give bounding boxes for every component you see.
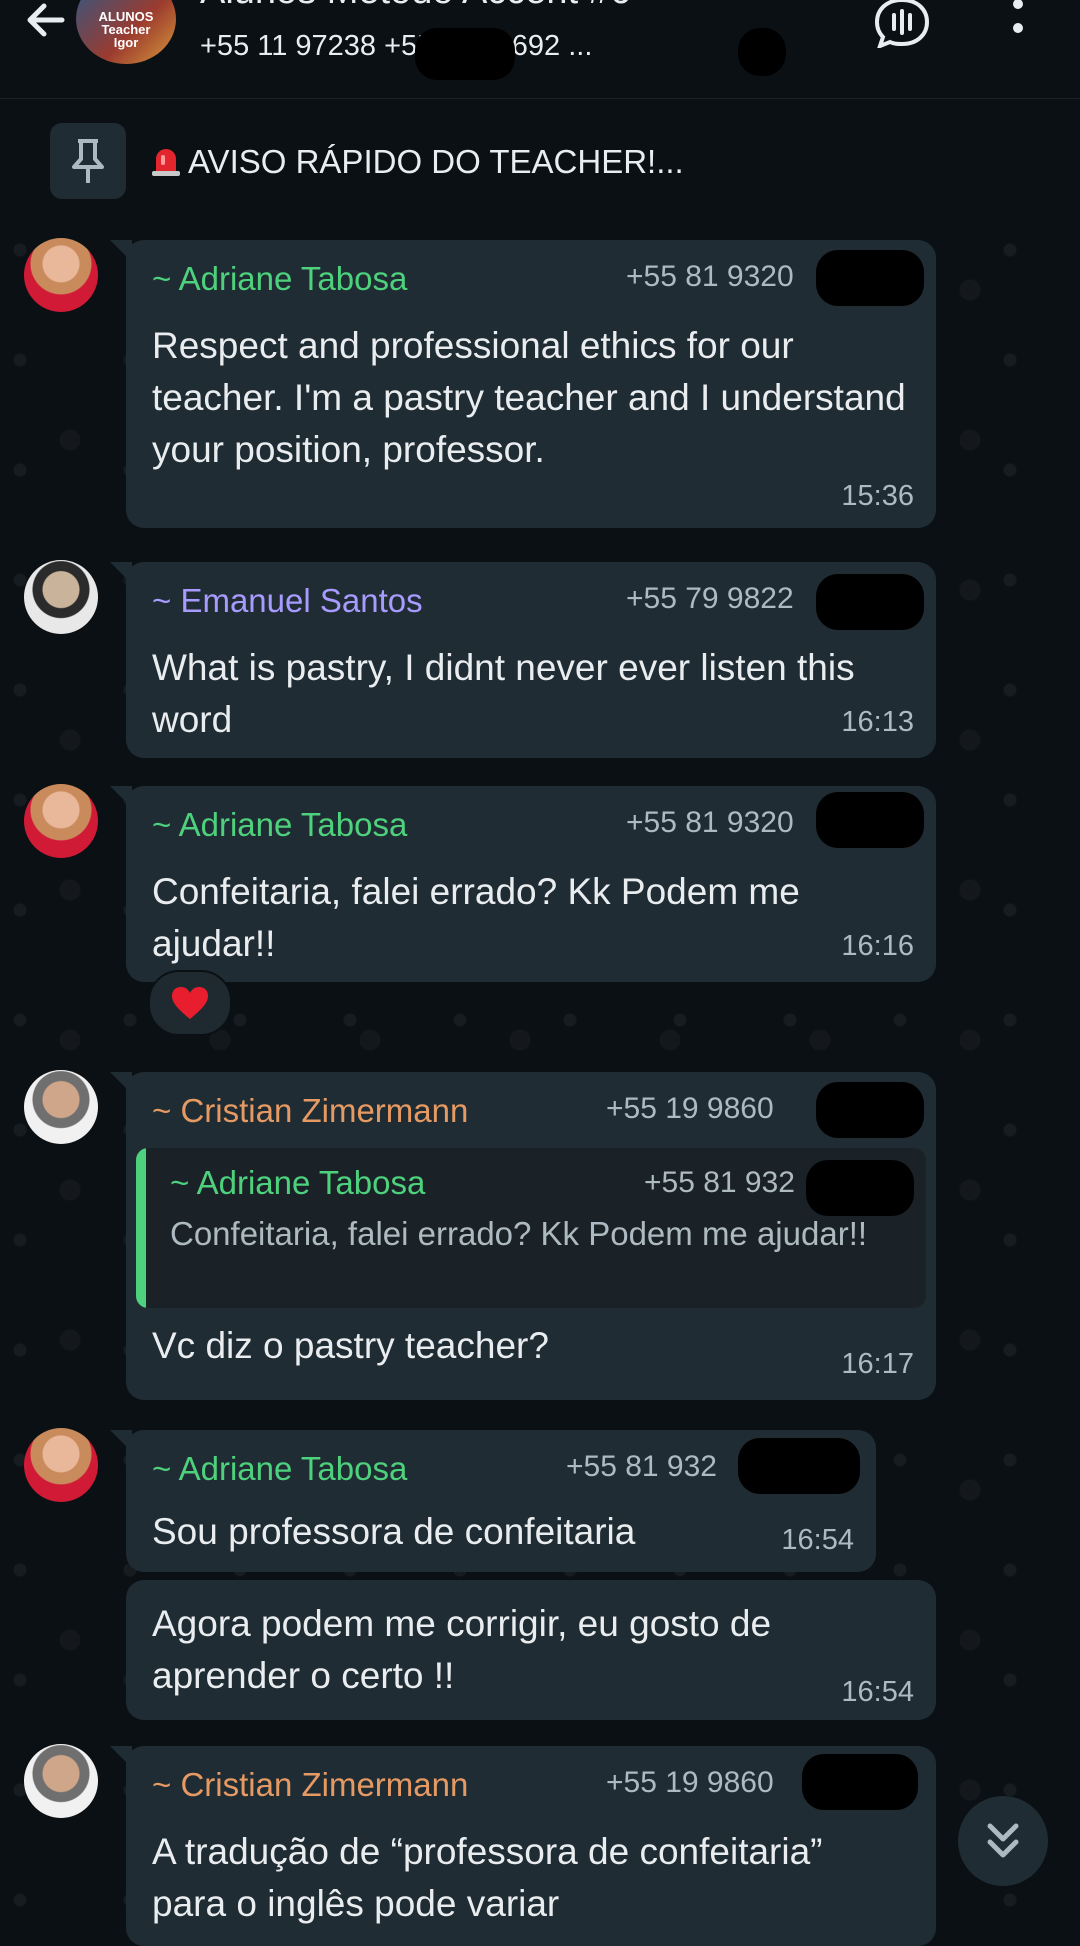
message-text: What is pastry, I didnt never ever liste…	[152, 647, 855, 740]
message-time: 15:36	[841, 480, 914, 512]
message-text: A tradução de “professora de confeitaria…	[152, 1831, 823, 1924]
sender-phone: +55 79 9822	[626, 582, 794, 615]
chat-header: ALUNOS Teacher Igor Alunos Método Accent…	[0, 0, 1080, 98]
group-avatar[interactable]: ALUNOS Teacher Igor	[76, 0, 176, 64]
sender-name[interactable]: ~ Adriane Tabosa	[152, 806, 407, 844]
redaction	[816, 792, 924, 848]
pinned-text: AVISO RÁPIDO DO TEACHER!...	[148, 143, 684, 181]
quote-phone: +55 81 932	[644, 1166, 795, 1199]
avatar[interactable]	[24, 560, 98, 634]
redaction	[816, 1082, 924, 1138]
avatar[interactable]	[24, 1744, 98, 1818]
heart-icon	[172, 987, 208, 1019]
message-bubble[interactable]: ~ Adriane Tabosa +55 81 932 Sou professo…	[110, 1430, 876, 1572]
avatar[interactable]	[24, 784, 98, 858]
message-text: Sou professora de confeitaria	[152, 1511, 636, 1552]
avatar[interactable]	[24, 1070, 98, 1144]
group-avatar-text: ALUNOS Teacher Igor	[98, 9, 154, 50]
sender-name[interactable]: ~ Emanuel Santos	[152, 582, 423, 620]
message-text: Vc diz o pastry teacher?	[152, 1325, 549, 1366]
message-bubble[interactable]: ~ Adriane Tabosa +55 81 9320 Confeitaria…	[110, 786, 936, 982]
message-bubble[interactable]: ~ Emanuel Santos +55 79 9822 What is pas…	[110, 562, 936, 758]
avatar[interactable]	[24, 1428, 98, 1502]
message-text: Respect and professional ethics for our …	[152, 325, 906, 470]
message-text: Agora podem me corrigir, eu gosto de apr…	[152, 1603, 772, 1696]
sender-name[interactable]: ~ Adriane Tabosa	[152, 1450, 407, 1488]
chat-messages: ~ Adriane Tabosa +55 81 9320 Respect and…	[0, 230, 1080, 1946]
sender-name[interactable]: ~ Adriane Tabosa	[152, 260, 407, 298]
redaction	[738, 1438, 860, 1494]
message-time: 16:16	[841, 930, 914, 962]
pin-button[interactable]	[50, 123, 126, 199]
voice-call-icon[interactable]	[872, 0, 932, 48]
sender-name[interactable]: ~ Cristian Zimermann	[152, 1092, 468, 1130]
pin-icon	[72, 139, 104, 183]
quote-text: Confeitaria, falei errado? Kk Podem me a…	[170, 1215, 868, 1252]
message-time: 16:13	[841, 706, 914, 738]
group-members[interactable]: +55 11 97238 +55 11 99692 ...	[200, 30, 592, 63]
redaction	[816, 574, 924, 630]
redaction	[802, 1754, 918, 1810]
sender-phone: +55 81 9320	[626, 260, 794, 293]
arrow-left-icon[interactable]	[18, 0, 74, 54]
pinned-label: AVISO RÁPIDO DO TEACHER!...	[188, 143, 684, 180]
redaction	[806, 1160, 914, 1216]
scroll-to-bottom-button[interactable]	[958, 1796, 1048, 1886]
redaction	[816, 250, 924, 306]
more-vert-icon[interactable]	[1006, 0, 1030, 44]
redaction	[415, 28, 515, 80]
pinned-message-bar[interactable]: AVISO RÁPIDO DO TEACHER!...	[0, 98, 1080, 231]
quote-bar	[136, 1148, 146, 1308]
siren-icon	[152, 149, 180, 176]
message-time: 16:17	[841, 1348, 914, 1380]
message-text: Confeitaria, falei errado? Kk Podem me a…	[152, 871, 800, 964]
reaction-badge[interactable]	[148, 970, 232, 1036]
redaction	[738, 28, 786, 76]
double-chevron-down-icon	[987, 1823, 1019, 1858]
sender-phone: +55 81 9320	[626, 806, 794, 839]
avatar[interactable]	[24, 238, 98, 312]
message-bubble[interactable]: Agora podem me corrigir, eu gosto de apr…	[126, 1580, 936, 1720]
message-time: 16:54	[841, 1676, 914, 1708]
quote-sender: ~ Adriane Tabosa	[170, 1164, 426, 1201]
message-time: 16:54	[781, 1524, 854, 1556]
message-bubble[interactable]: ~ Cristian Zimermann +55 19 9860 ~ Adria…	[110, 1072, 936, 1400]
quoted-message[interactable]: ~ Adriane Tabosa +55 81 932 Confeitaria,…	[136, 1148, 926, 1308]
group-title[interactable]: Alunos Método Accent #6	[200, 0, 631, 13]
sender-phone: +55 19 9860	[606, 1766, 774, 1799]
message-bubble[interactable]: ~ Adriane Tabosa +55 81 9320 Respect and…	[110, 240, 936, 528]
sender-name[interactable]: ~ Cristian Zimermann	[152, 1766, 468, 1804]
message-bubble[interactable]: ~ Cristian Zimermann +55 19 9860 A tradu…	[110, 1746, 936, 1946]
sender-phone: +55 81 932	[566, 1450, 717, 1483]
sender-phone: +55 19 9860	[606, 1092, 774, 1125]
